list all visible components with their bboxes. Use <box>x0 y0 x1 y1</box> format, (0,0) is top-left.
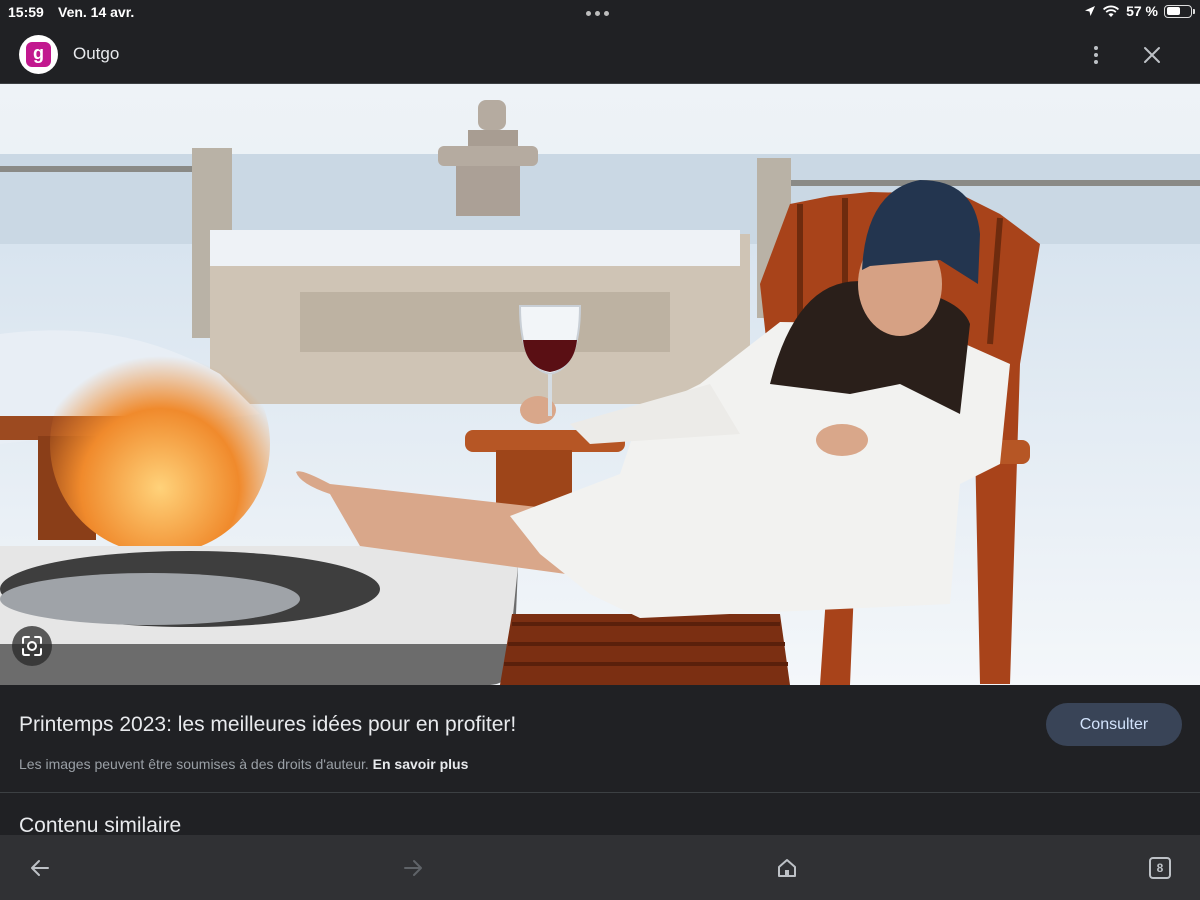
status-date: Ven. 14 avr. <box>58 4 135 20</box>
back-arrow-icon[interactable] <box>23 851 57 885</box>
close-icon[interactable] <box>1136 39 1168 71</box>
result-info-panel: Printemps 2023: les meilleures idées pou… <box>0 685 1200 793</box>
multitasking-dots-icon[interactable] <box>586 11 609 16</box>
google-lens-icon[interactable] <box>12 626 52 666</box>
home-icon[interactable] <box>770 851 804 885</box>
site-logo-letter: g <box>26 42 51 67</box>
site-name: Outgo <box>73 44 120 63</box>
battery-icon <box>1164 4 1195 18</box>
bottom-toolbar: 8 <box>0 835 1200 900</box>
forward-arrow-icon[interactable] <box>396 851 430 885</box>
tab-switcher-icon[interactable]: 8 <box>1143 851 1177 885</box>
battery-level <box>1166 7 1180 15</box>
more-vert-icon[interactable] <box>1080 39 1112 71</box>
result-image[interactable] <box>0 84 1200 685</box>
site-logo: g <box>19 35 58 74</box>
copyright-notice: Les images peuvent être soumises à des d… <box>19 756 468 772</box>
learn-more-link[interactable]: En savoir plus <box>373 756 469 772</box>
wifi-icon <box>1103 5 1120 17</box>
result-title[interactable]: Printemps 2023: les meilleures idées pou… <box>19 713 516 737</box>
status-indicators: 57 % <box>1084 3 1195 19</box>
visit-button[interactable]: Consulter <box>1046 703 1182 746</box>
app-bar: g Outgo <box>0 24 1200 84</box>
battery-percent: 57 % <box>1126 3 1158 19</box>
copyright-notice-text: Les images peuvent être soumises à des d… <box>19 756 369 772</box>
location-arrow-icon <box>1085 6 1096 16</box>
tab-count: 8 <box>1149 857 1171 879</box>
status-bar: 15:59 Ven. 14 avr. 57 % <box>0 0 1200 24</box>
status-time: 15:59 <box>8 4 44 20</box>
result-image-illustration <box>0 84 1200 685</box>
